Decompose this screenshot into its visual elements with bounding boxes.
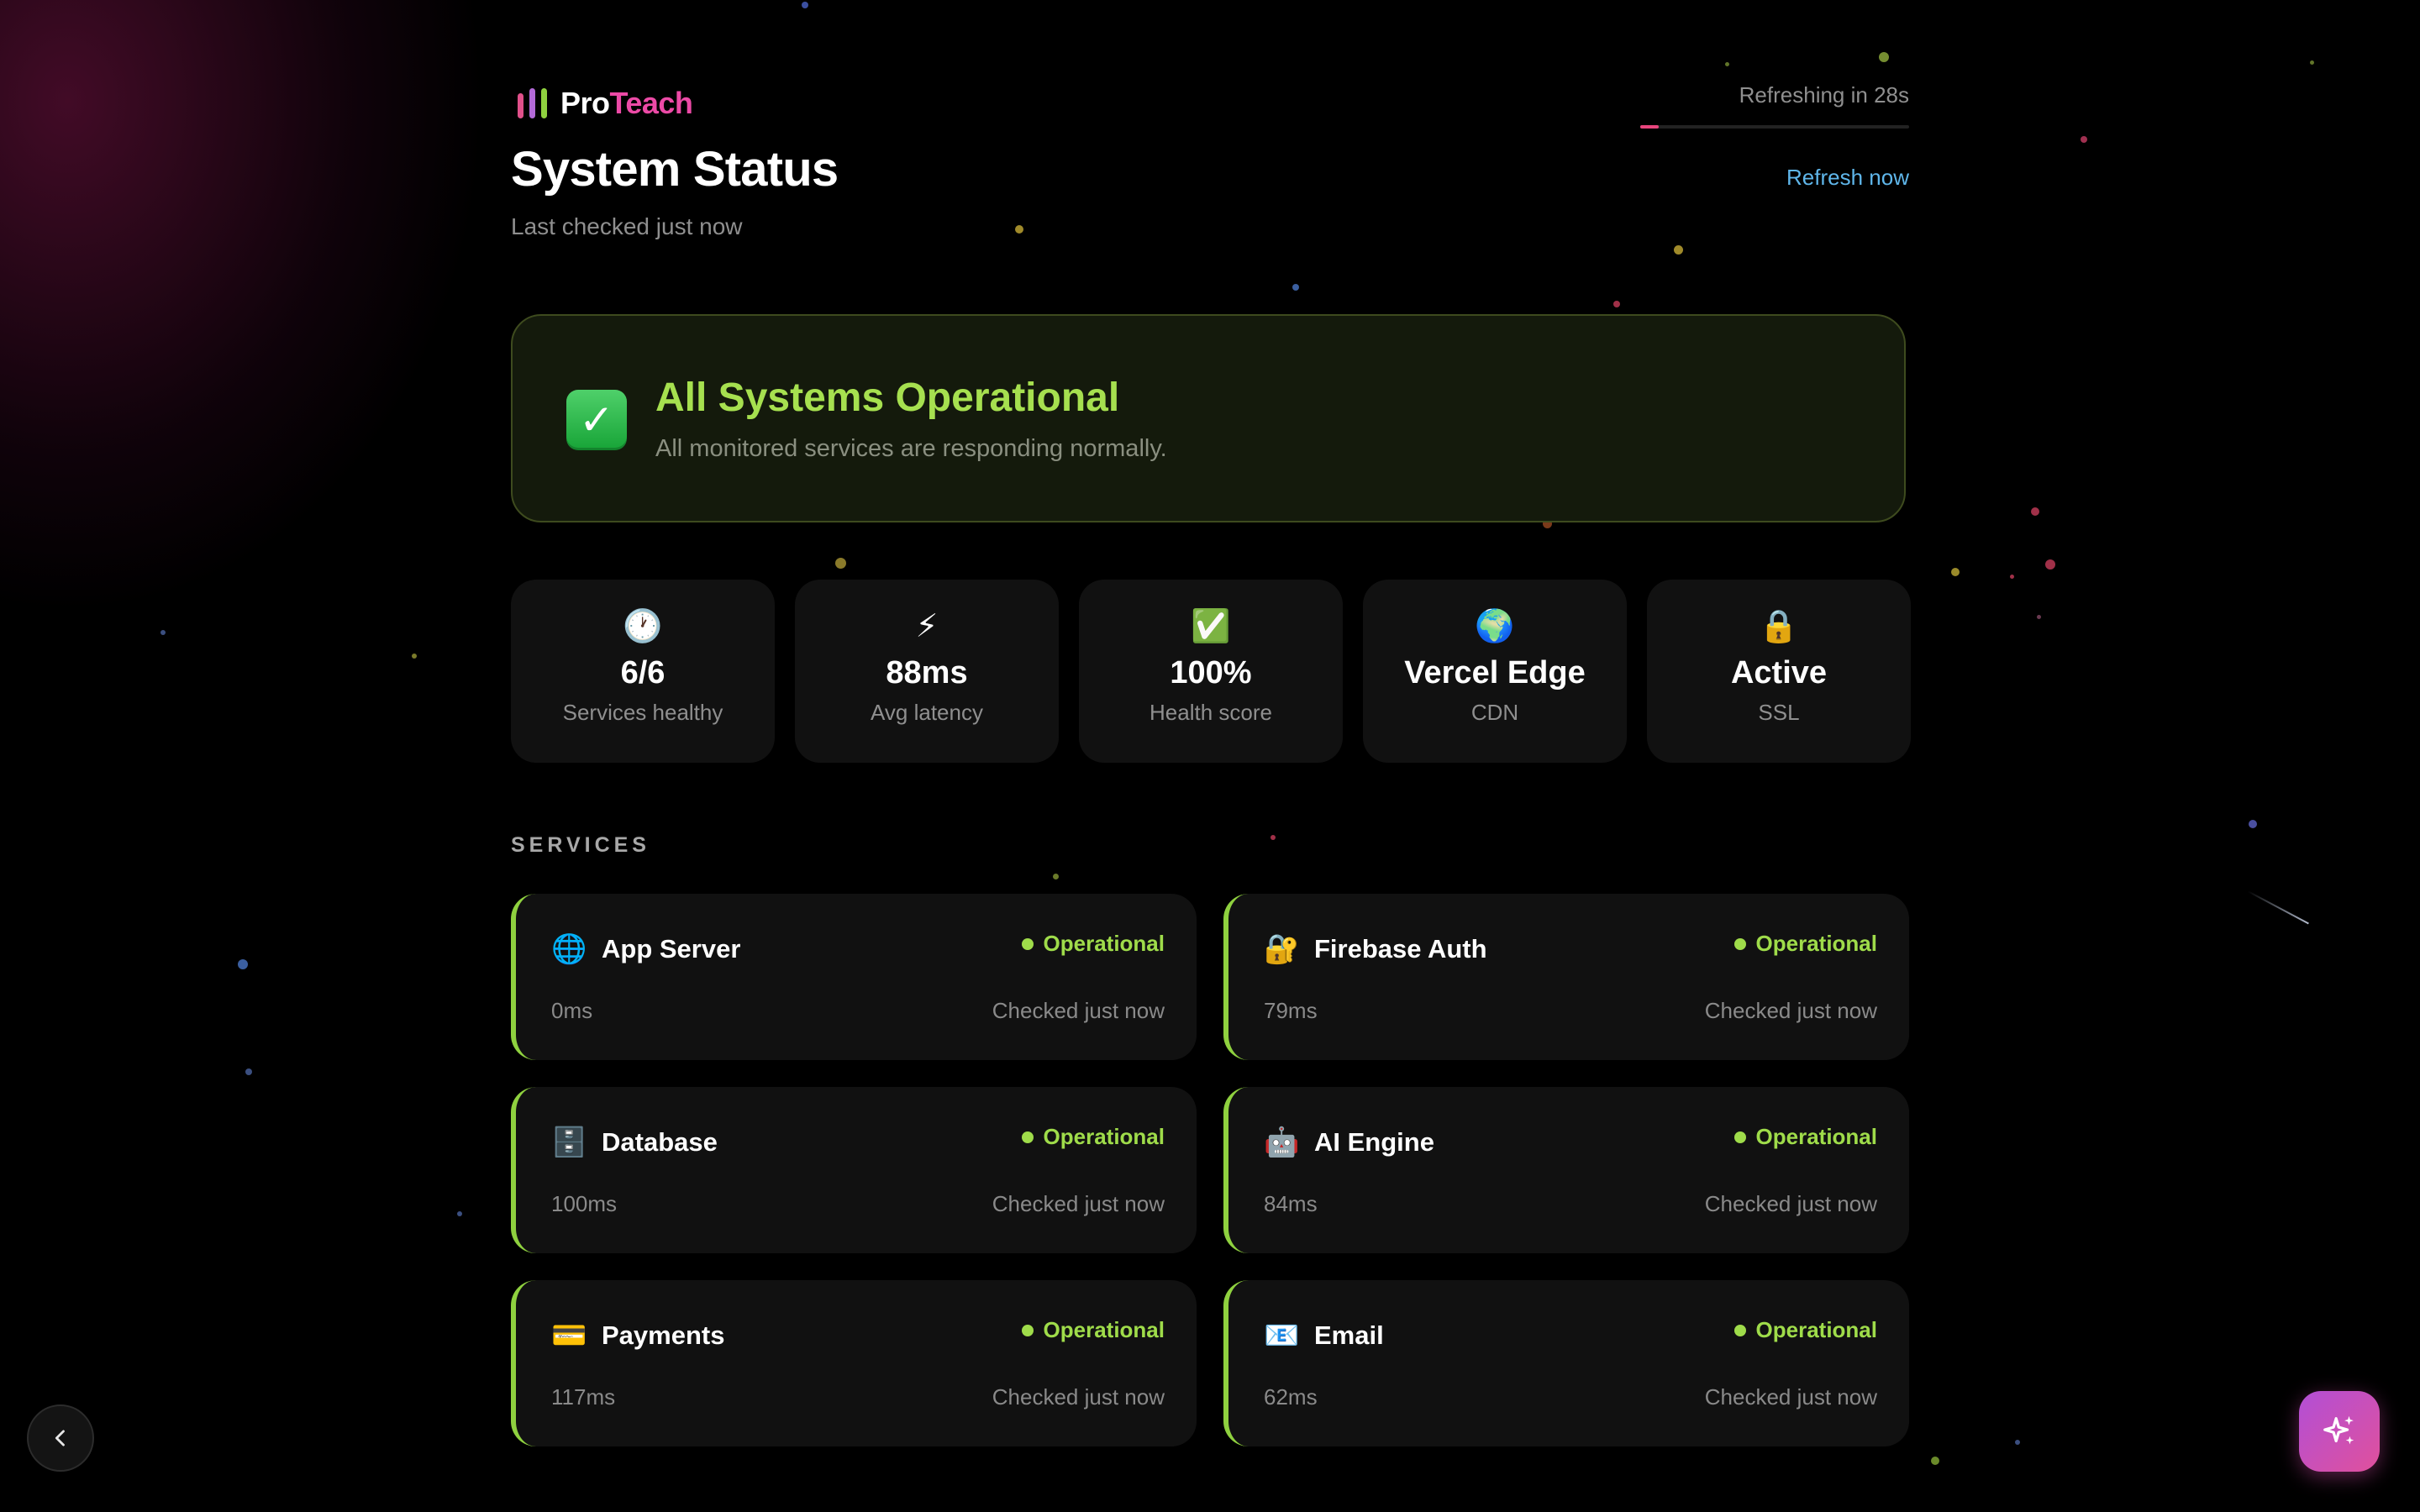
status-text: Operational <box>1755 1124 1877 1149</box>
status-badge: Operational <box>1733 1317 1877 1343</box>
check-mark-icon: ✅ <box>1191 609 1231 644</box>
brand-name: ProTeach <box>560 86 693 121</box>
lock-icon: 🔒 <box>1759 609 1799 644</box>
stat-label: Services healthy <box>562 700 723 725</box>
stat-value: 100% <box>1170 655 1252 690</box>
stat-label: Health score <box>1150 700 1272 725</box>
sparkles-icon <box>2323 1415 2354 1445</box>
file-cabinet-icon: 🗄️ <box>551 1126 587 1158</box>
stat-card-health: ✅ 100% Health score <box>1079 580 1343 763</box>
service-latency: 0ms <box>551 998 593 1023</box>
service-card-database: 🗄️ Database Operational 100ms Checked ju… <box>511 1087 1197 1253</box>
status-badge: Operational <box>1021 1317 1165 1343</box>
globe-icon: 🌍 <box>1475 609 1515 644</box>
clock-icon: 🕐 <box>623 609 663 644</box>
status-text: Operational <box>1043 931 1165 956</box>
lock-with-key-icon: 🔐 <box>1264 933 1300 965</box>
overall-status-banner: ✓ All Systems Operational All monitored … <box>511 314 1906 522</box>
globe-meridians-icon: 🌐 <box>551 933 587 965</box>
service-card-ai-engine: 🤖 AI Engine Operational 84ms Checked jus… <box>1223 1087 1909 1253</box>
status-badge: Operational <box>1021 1124 1165 1150</box>
service-latency: 62ms <box>1264 1384 1318 1410</box>
stat-label: CDN <box>1470 700 1519 725</box>
status-text: Operational <box>1755 931 1877 956</box>
page-background: ProTeach System Status Last checked just… <box>0 0 2420 1512</box>
service-checked-time: Checked just now <box>1704 1384 1877 1410</box>
chevron-left-icon <box>55 1430 65 1446</box>
status-dot-icon <box>1021 1324 1034 1336</box>
service-name: AI Engine <box>1314 1127 1434 1157</box>
status-text: Operational <box>1043 1317 1165 1342</box>
service-checked-time: Checked just now <box>992 1191 1165 1216</box>
refresh-now-link[interactable]: Refresh now <box>1786 165 1909 191</box>
robot-icon: 🤖 <box>1264 1126 1300 1158</box>
overall-status-title: All Systems Operational <box>655 375 1120 420</box>
email-envelope-icon: 📧 <box>1264 1320 1300 1352</box>
service-name: Firebase Auth <box>1314 934 1487 963</box>
lightning-icon: ⚡ <box>915 609 939 644</box>
stat-card-latency: ⚡ 88ms Avg latency <box>795 580 1059 763</box>
stat-value: Active <box>1730 655 1828 690</box>
service-card-app-server: 🌐 App Server Operational 0ms Checked jus… <box>511 894 1197 1060</box>
service-card-email: 📧 Email Operational 62ms Checked just no… <box>1223 1280 1909 1446</box>
status-dot-icon <box>1733 937 1746 950</box>
stat-value: 6/6 <box>620 655 666 690</box>
refresh-countdown: Refreshing in 28s <box>1739 82 1909 108</box>
status-dot-icon <box>1733 1131 1746 1143</box>
services-grid: 🌐 App Server Operational 0ms Checked jus… <box>511 894 1909 1446</box>
auto-refresh-indicator: Refreshing in 28s <box>1640 82 1909 129</box>
service-checked-time: Checked just now <box>992 998 1165 1023</box>
service-checked-time: Checked just now <box>992 1384 1165 1410</box>
service-checked-time: Checked just now <box>1704 1191 1877 1216</box>
stat-label: Avg latency <box>871 700 983 725</box>
logo-bars-icon <box>518 88 547 118</box>
stat-label: SSL <box>1758 700 1800 725</box>
status-dot-icon <box>1021 1131 1034 1143</box>
service-latency: 117ms <box>551 1384 616 1410</box>
service-checked-time: Checked just now <box>1704 998 1877 1023</box>
ai-assistant-button[interactable] <box>2299 1391 2380 1472</box>
overall-status-description: All monitored services are responding no… <box>655 435 1167 462</box>
summary-stats: 🕐 6/6 Services healthy ⚡ 88ms Avg latenc… <box>511 580 1911 763</box>
brand-name-teach: Teach <box>609 86 693 120</box>
service-name: Email <box>1314 1320 1384 1350</box>
status-badge: Operational <box>1021 931 1165 957</box>
status-dot-icon <box>1733 1324 1746 1336</box>
service-card-payments: 💳 Payments Operational 117ms Checked jus… <box>511 1280 1197 1446</box>
service-name: Database <box>602 1127 718 1157</box>
page-title: System Status <box>511 142 839 197</box>
refresh-progress-track <box>1640 125 1909 129</box>
service-card-firebase-auth: 🔐 Firebase Auth Operational 79ms Checked… <box>1223 894 1909 1060</box>
service-latency: 100ms <box>551 1191 618 1216</box>
brand-logo[interactable]: ProTeach <box>518 86 693 121</box>
back-button[interactable] <box>27 1404 94 1472</box>
status-text: Operational <box>1755 1317 1877 1342</box>
stat-value: 88ms <box>886 655 968 690</box>
stat-card-ssl: 🔒 Active SSL <box>1647 580 1911 763</box>
credit-card-icon: 💳 <box>551 1320 587 1352</box>
service-latency: 79ms <box>1264 998 1318 1023</box>
service-latency: 84ms <box>1264 1191 1318 1216</box>
service-name: Payments <box>602 1320 725 1350</box>
status-text: Operational <box>1043 1124 1165 1149</box>
stat-card-cdn: 🌍 Vercel Edge CDN <box>1363 580 1627 763</box>
refresh-progress-fill <box>1640 125 1660 129</box>
stat-value: Vercel Edge <box>1404 655 1586 690</box>
services-heading: SERVICES <box>511 833 650 857</box>
service-name: App Server <box>602 934 741 963</box>
brand-name-pro: Pro <box>560 86 610 120</box>
status-badge: Operational <box>1733 1124 1877 1150</box>
stat-card-services: 🕐 6/6 Services healthy <box>511 580 775 763</box>
last-checked-text: Last checked just now <box>511 213 743 239</box>
status-badge: Operational <box>1733 931 1877 957</box>
status-dot-icon <box>1021 937 1034 950</box>
check-box-icon: ✓ <box>566 390 627 450</box>
